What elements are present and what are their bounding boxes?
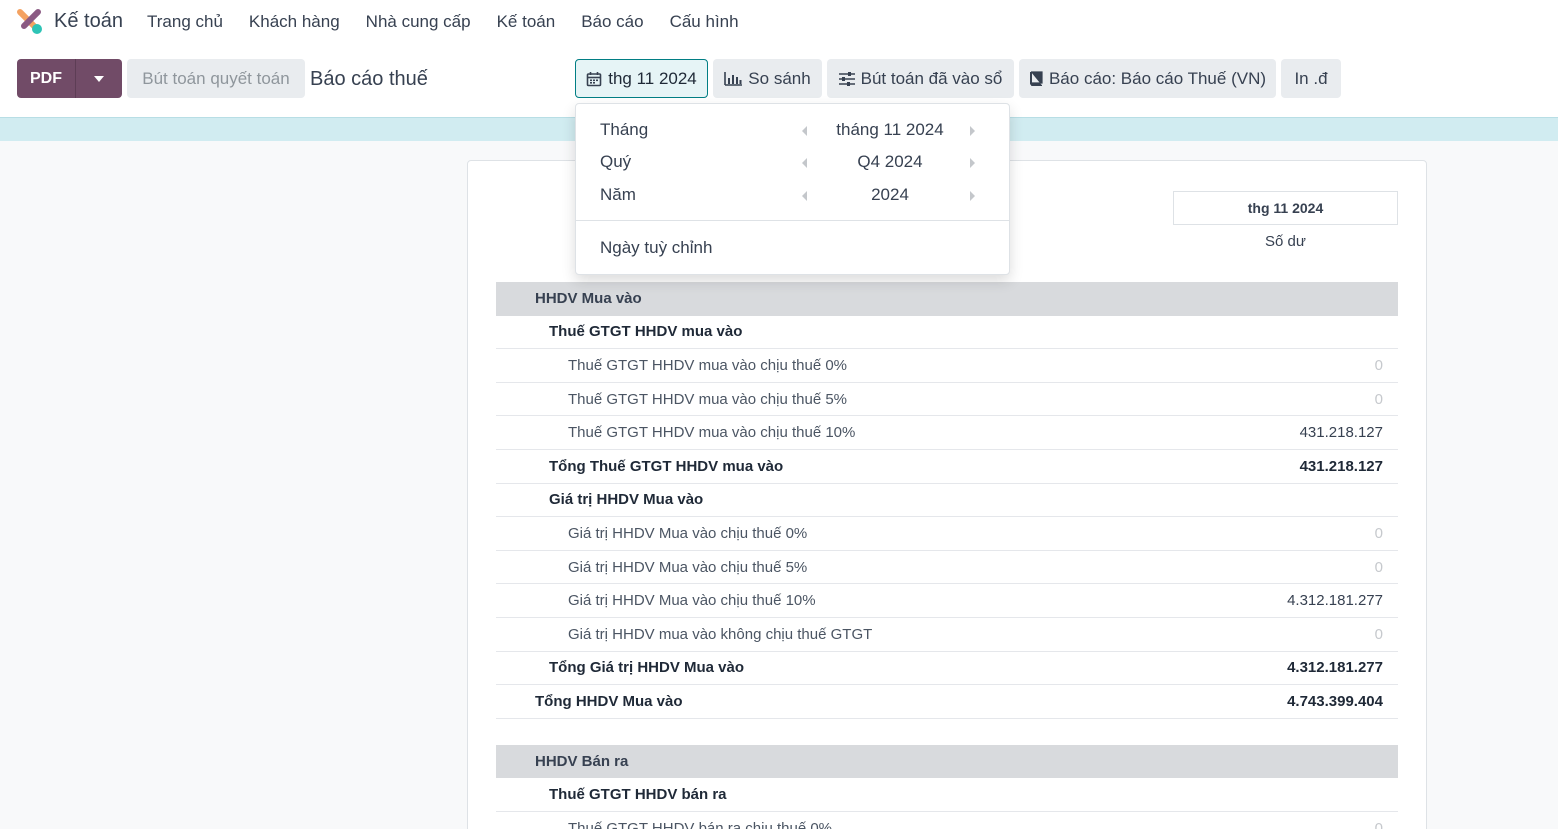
report-row-label: Giá trị HHDV Mua vào chịu thuế 5%	[568, 558, 808, 576]
compare-button[interactable]: So sánh	[713, 59, 822, 98]
report-row-label: Thuế GTGT HHDV mua vào	[549, 323, 743, 341]
report-row-value[interactable]: 0	[1375, 820, 1383, 829]
report-row-label: Thuế GTGT HHDV mua vào chịu thuế 5%	[568, 390, 848, 408]
report-row-value[interactable]: 0	[1375, 391, 1383, 408]
report-row-line[interactable]: Thuế GTGT HHDV mua vào chịu thuế 5% 0	[496, 383, 1398, 417]
report-row-group[interactable]: Thuế GTGT HHDV mua vào	[496, 316, 1398, 350]
previous-period-icon[interactable]	[802, 126, 807, 136]
report-row-section[interactable]: HHDV Mua vào	[496, 282, 1398, 316]
report-row-line[interactable]: Giá trị HHDV Mua vào chịu thuế 0% 0	[496, 517, 1398, 551]
bar-chart-icon	[724, 71, 743, 86]
date-filter-button[interactable]: thg 11 2024	[575, 59, 708, 98]
calendar-icon	[586, 71, 602, 86]
period-value: tháng 11 2024	[836, 120, 944, 139]
report-row-group[interactable]: Giá trị HHDV Mua vào	[496, 484, 1398, 518]
report-row-label: Thuế GTGT HHDV bán ra	[549, 786, 727, 804]
report-row-line[interactable]: Giá trị HHDV Mua vào chịu thuế 5% 0	[496, 551, 1398, 585]
report-row-label: Giá trị HHDV mua vào không chịu thuế GTG…	[568, 625, 873, 643]
column-subheader-balance: Số dư	[1265, 233, 1306, 250]
period-row-month[interactable]: Tháng tháng 11 2024	[576, 116, 1011, 146]
report-row-label: Tổng Thuế GTGT HHDV mua vào	[549, 457, 784, 475]
closing-entry-button[interactable]: Bút toán quyết toán	[127, 59, 305, 98]
report-row-value[interactable]: 431.218.127	[1300, 424, 1383, 441]
report-row-label: Tổng HHDV Mua vào	[535, 692, 683, 710]
report-row-value[interactable]: 0	[1375, 525, 1383, 542]
report-row-value[interactable]: 0	[1375, 559, 1383, 576]
report-row-label: Giá trị HHDV Mua vào chịu thuế 10%	[568, 592, 816, 610]
period-row-year[interactable]: Năm 2024	[576, 181, 1011, 211]
caret-down-icon	[94, 75, 104, 82]
report-row-group[interactable]: Thuế GTGT HHDV bán ra	[496, 778, 1398, 812]
period-value: 2024	[871, 185, 909, 204]
main-menu: Trang chủ Khách hàng Nhà cung cấp Kế toá…	[147, 12, 765, 32]
date-filter-dropdown: Tháng tháng 11 2024 Quý Q4 2024 Năm 2024…	[575, 103, 1010, 275]
currency-button[interactable]: In .đ	[1281, 59, 1341, 98]
next-period-icon[interactable]	[970, 191, 975, 201]
report-row-line[interactable]: Giá trị HHDV mua vào không chịu thuế GTG…	[496, 618, 1398, 652]
report-row-value[interactable]: 0	[1375, 357, 1383, 374]
pdf-dropdown-toggle[interactable]	[75, 59, 122, 98]
report-row-grand[interactable]: Tổng HHDV Mua vào 4.743.399.404	[496, 685, 1398, 719]
next-period-icon[interactable]	[970, 158, 975, 168]
currency-label: In .đ	[1294, 68, 1328, 88]
report-row-line[interactable]: Thuế GTGT HHDV mua vào chịu thuế 10% 431.…	[496, 416, 1398, 450]
report-row-value[interactable]: 4.312.181.277	[1287, 592, 1383, 609]
report-row-line[interactable]: Thuế GTGT HHDV mua vào chịu thuế 0% 0	[496, 349, 1398, 383]
period-row-quarter[interactable]: Quý Q4 2024	[576, 148, 1011, 178]
top-navbar: Kế toán Trang chủ Khách hàng Nhà cung cấ…	[0, 0, 1558, 44]
menu-item-home[interactable]: Trang chủ	[147, 12, 223, 32]
report-row-label: Tổng Giá trị HHDV Mua vào	[549, 659, 745, 677]
menu-item-reporting[interactable]: Báo cáo	[581, 12, 643, 32]
posted-entries-label: Bút toán đã vào sổ	[860, 68, 1003, 88]
report-row-value[interactable]: 431.218.127	[1300, 458, 1383, 475]
book-icon	[1029, 71, 1043, 86]
app-logo-icon[interactable]	[16, 8, 44, 36]
menu-item-configuration[interactable]: Cấu hình	[670, 12, 739, 32]
posted-entries-button[interactable]: Bút toán đã vào sổ	[827, 59, 1014, 98]
sliders-icon	[838, 71, 855, 86]
report-variant-button[interactable]: Báo cáo: Báo cáo Thuế (VN)	[1019, 59, 1276, 98]
period-label: Quý	[600, 152, 632, 171]
report-row-label: HHDV Bán ra	[535, 753, 629, 771]
dropdown-divider	[576, 220, 1009, 221]
menu-item-accounting[interactable]: Kế toán	[497, 12, 556, 32]
date-filter-label: thg 11 2024	[608, 68, 697, 88]
menu-item-vendors[interactable]: Nhà cung cấp	[366, 12, 471, 32]
period-label: Năm	[600, 185, 636, 204]
previous-period-icon[interactable]	[802, 191, 807, 201]
report-row-label: Thuế GTGT HHDV mua vào chịu thuế 10%	[568, 424, 856, 442]
report-row-label: HHDV Mua vào	[535, 290, 642, 308]
next-period-icon[interactable]	[970, 126, 975, 136]
report-row-label: Giá trị HHDV Mua vào	[549, 491, 704, 509]
menu-item-customers[interactable]: Khách hàng	[249, 12, 340, 32]
compare-label: So sánh	[748, 68, 811, 88]
report-row-total[interactable]: Tổng Thuế GTGT HHDV mua vào 431.218.127	[496, 450, 1398, 484]
report-row-section[interactable]: HHDV Bán ra	[496, 744, 1398, 779]
report-row-value[interactable]: 4.743.399.404	[1287, 693, 1383, 710]
report-row-label: Thuế GTGT HHDV bán ra chịu thuế 0%	[568, 819, 833, 829]
app-title[interactable]: Kế toán	[54, 10, 123, 33]
report-row-label: Giá trị HHDV Mua vào chịu thuế 0%	[568, 524, 808, 542]
column-header-period[interactable]: thg 11 2024	[1173, 191, 1398, 225]
report-row-total[interactable]: Tổng Giá trị HHDV Mua vào 4.312.181.277	[496, 652, 1398, 686]
report-row-value[interactable]: 0	[1375, 626, 1383, 643]
custom-date-option[interactable]: Ngày tuỳ chỉnh	[600, 238, 712, 258]
previous-period-icon[interactable]	[802, 158, 807, 168]
report-row-line[interactable]: Giá trị HHDV Mua vào chịu thuế 10% 4.312.…	[496, 584, 1398, 618]
report-lines: HHDV Mua vào Thuế GTGT HHDV mua vào Thuế G…	[496, 282, 1398, 829]
period-value: Q4 2024	[857, 152, 923, 171]
report-variant-label: Báo cáo: Báo cáo Thuế (VN)	[1048, 68, 1267, 88]
report-row-line[interactable]: Thuế GTGT HHDV bán ra chịu thuế 0% 0	[496, 812, 1398, 829]
report-row-label: Thuế GTGT HHDV mua vào chịu thuế 0%	[568, 356, 848, 374]
period-label: Tháng	[600, 120, 649, 139]
page-title: Báo cáo thuế	[310, 68, 428, 90]
report-row-value[interactable]: 4.312.181.277	[1287, 659, 1383, 676]
pdf-button[interactable]: PDF	[17, 59, 75, 98]
